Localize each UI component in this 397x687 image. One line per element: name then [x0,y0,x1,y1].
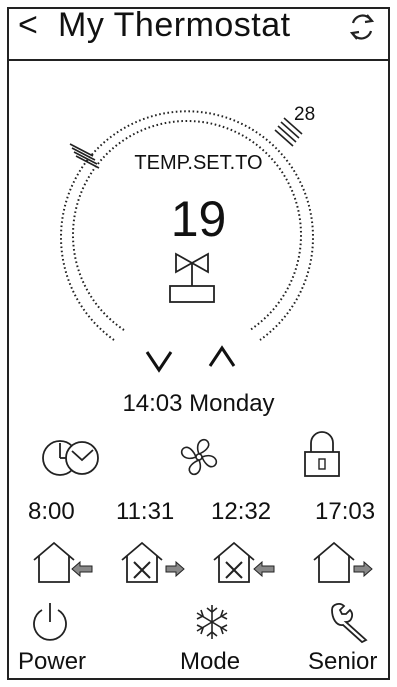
temp-up-button[interactable] [205,344,239,372]
page-title: My Thermostat [58,6,291,44]
current-datetime: 14:03 Monday [122,390,275,417]
leave-home-tools-icon[interactable] [210,540,278,586]
senior-label: Senior [308,648,378,675]
max-temp-label: 28 [294,104,316,125]
mode-label: Mode [180,648,241,675]
lock-icon[interactable] [300,430,344,480]
set-temp-label: TEMP.SET.TO [134,152,263,174]
power-icon[interactable] [30,600,70,644]
fan-valve-icon [169,252,215,303]
return-home-icon[interactable] [310,540,376,586]
wrench-icon[interactable] [326,600,374,644]
set-temp-value: 19 [170,191,227,247]
snowflake-icon[interactable] [192,602,232,642]
schedule-time-1: 8:00 [28,498,75,525]
back-button[interactable]: < [18,8,38,42]
schedule-time-4: 17:03 [315,498,376,525]
power-label: Power [18,648,87,675]
schedule-time-3: 12:32 [211,498,272,525]
return-home-tools-icon[interactable] [118,540,186,586]
temp-down-button[interactable] [142,346,176,374]
leave-home-icon[interactable] [30,540,96,586]
schedule-clock-icon[interactable] [40,436,102,480]
fan-icon[interactable] [176,434,222,480]
schedule-time-2: 11:31 [116,498,175,525]
refresh-icon[interactable] [345,10,379,44]
